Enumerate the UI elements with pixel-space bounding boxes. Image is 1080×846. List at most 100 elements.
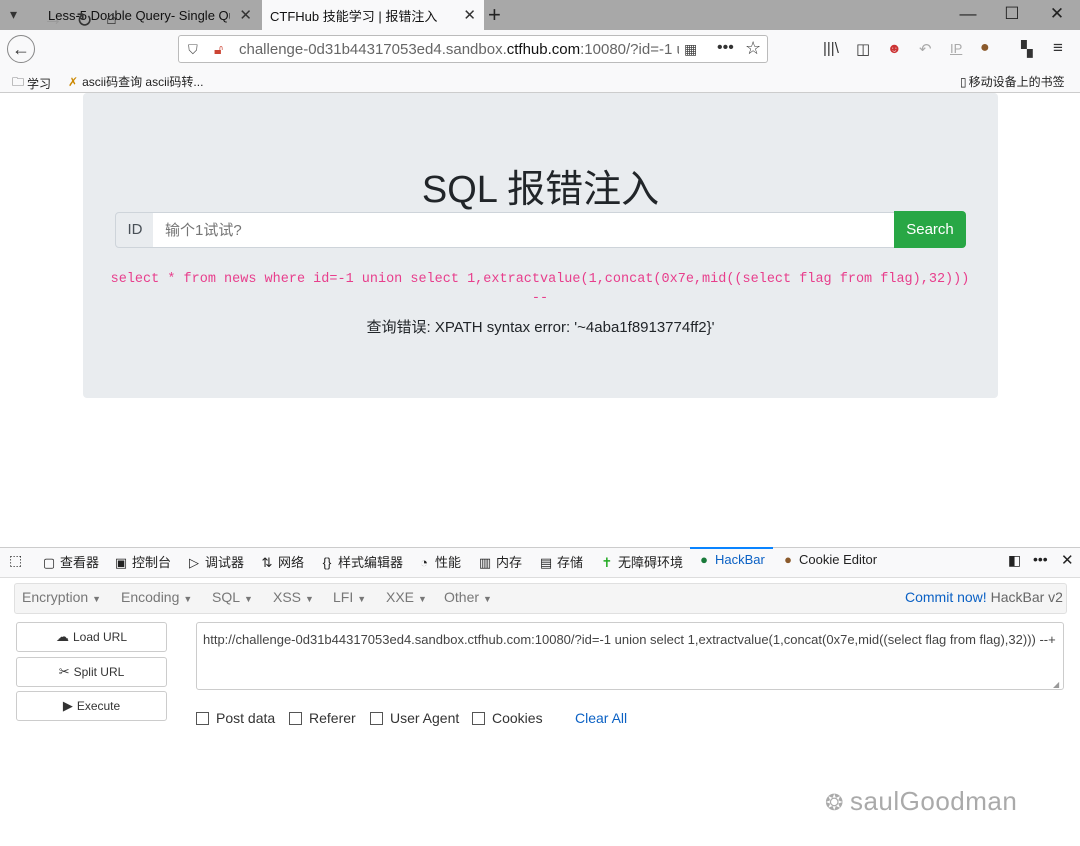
url-text[interactable]: challenge-0d31b44317053ed4.sandbox.ctfhu… (239, 41, 679, 58)
referer-checkbox[interactable]: Referer (289, 710, 356, 726)
checkbox-box[interactable] (289, 711, 302, 725)
tab-label: 控制台 (132, 555, 172, 570)
shield-icon[interactable]: ⛉ (188, 42, 198, 58)
undo-extension-icon[interactable]: ↶ (919, 40, 932, 58)
tab-ctfhub[interactable]: CTFHub 技能学习 | 报错注入 ✕ (262, 0, 484, 30)
clear-all-link[interactable]: Clear All (575, 710, 627, 726)
sidebar-icon[interactable]: ◫ (856, 40, 870, 58)
caret-down-icon: ▼ (183, 594, 193, 604)
devtools-tab-memory[interactable]: ▥ 内存 (478, 552, 522, 571)
split-url-button[interactable]: ✂ Split URL (16, 657, 167, 687)
cookies-checkbox[interactable]: Cookies (472, 710, 543, 726)
id-label: ID (115, 212, 155, 248)
close-icon[interactable]: ✕ (463, 6, 476, 24)
minimize-icon[interactable]: — (958, 4, 978, 24)
devtools-tab-performance[interactable]: ◔ 性能 (417, 552, 461, 571)
resize-handle-icon[interactable]: ◢ (1053, 680, 1059, 689)
tab-label: Cookie Editor (799, 552, 878, 567)
load-url-button[interactable]: ☁ Load URL (16, 622, 167, 652)
menu-label: XSS (273, 589, 302, 605)
caret-down-icon: ▼ (305, 594, 314, 604)
menu-encoding[interactable]: Encoding ▼ (121, 589, 192, 605)
menu-label: Encoding (121, 589, 180, 605)
dock-icon[interactable]: ◧ (1008, 552, 1021, 569)
url-path: :10080/?id=-1 ur (580, 41, 679, 58)
bookmark-ascii[interactable]: ✗ ascii码查询 ascii码转... (68, 73, 203, 90)
insecure-lock-icon[interactable]: 🔓︎ (214, 41, 223, 58)
devtools-tab-network[interactable]: ⇅ 网络 (260, 552, 304, 571)
checkbox-label: Post data (216, 710, 276, 726)
accessibility-icon: ✝ (601, 555, 613, 570)
sql-line: select * from news where id=-1 union sel… (110, 272, 970, 287)
menu-other[interactable]: Other ▼ (444, 589, 492, 605)
devtools-tab-accessibility[interactable]: ✝ 无障碍环境 (600, 552, 683, 571)
watermark-text: saulGoodman (849, 786, 1018, 816)
cookie-extension-icon[interactable]: ● (980, 39, 990, 57)
id-input[interactable] (153, 212, 907, 248)
execute-button[interactable]: ▶ Execute (16, 691, 167, 721)
devtools-tab-inspector[interactable]: ▢ 查看器 (42, 552, 99, 571)
more-actions-icon[interactable]: ••• (717, 39, 734, 57)
cloud-download-icon: ☁ (55, 629, 69, 644)
library-icon[interactable]: |||\ (823, 40, 839, 57)
menu-label: XXE (386, 589, 415, 605)
new-tab-icon[interactable]: + (488, 2, 501, 28)
element-picker-icon[interactable]: ⬚ (9, 552, 22, 569)
devtools-tab-cookie-editor[interactable]: ● Cookie Editor (781, 552, 877, 567)
close-icon[interactable]: ✕ (239, 6, 252, 24)
error-message: 查询错误: XPATH syntax error: '~4aba1f891377… (366, 319, 715, 336)
reload-icon[interactable]: ↻ (76, 8, 93, 33)
home-icon[interactable]: ⌂ (106, 8, 117, 29)
console-icon: ▣ (114, 555, 128, 570)
menu-encryption[interactable]: Encryption ▼ (22, 589, 101, 605)
devtools-close-icon[interactable]: ✕ (1061, 551, 1074, 569)
folder-icon: 🗀︎ (12, 75, 25, 89)
devtools-more-icon[interactable]: ••• (1033, 551, 1048, 567)
commit-now-link[interactable]: Commit now! HackBar v2 (905, 589, 1063, 605)
mobile-bookmarks-label: 移动设备上的书签 (968, 75, 1065, 89)
commit-label: Commit now! (905, 589, 987, 605)
tab-list-icon[interactable]: ▾ (10, 6, 17, 23)
tab-label: HackBar (715, 552, 765, 567)
maximize-icon[interactable]: ☐ (1002, 4, 1022, 24)
menu-sql[interactable]: SQL ▼ (212, 589, 253, 605)
menu-label: LFI (333, 589, 354, 605)
checkbox-label: Cookies (492, 710, 543, 726)
user-agent-checkbox[interactable]: User Agent (370, 710, 459, 726)
caret-down-icon: ▼ (483, 594, 492, 604)
search-button[interactable]: Search (894, 211, 966, 248)
qrcode-icon[interactable]: ▦ (684, 41, 697, 58)
checkbox-box[interactable] (472, 711, 485, 725)
devtools-tab-debugger[interactable]: ▷ 调试器 (187, 552, 244, 571)
devtools-tab-hackbar[interactable]: ● HackBar (697, 552, 765, 567)
forward-icon[interactable]: → (43, 8, 63, 31)
post-data-checkbox[interactable]: Post data (196, 710, 275, 726)
hamburger-menu-icon[interactable]: ≡ (1053, 38, 1063, 58)
mobile-bookmarks[interactable]: ▯ 移动设备上的书签 (960, 73, 1065, 90)
url-host: challenge-0d31b44317053ed4.sandbox. (239, 41, 507, 58)
devtools-tab-console[interactable]: ▣ 控制台 (114, 552, 171, 571)
cookie-icon: ● (784, 552, 792, 567)
checkbox-box[interactable] (370, 711, 383, 725)
bookmark-folder-xuexi[interactable]: 🗀︎ 学习 (12, 73, 51, 94)
checkbox-label: User Agent (390, 710, 460, 726)
checkbox-box[interactable] (196, 711, 209, 725)
hackbar-url-textarea[interactable]: http://challenge-0d31b44317053ed4.sandbo… (196, 622, 1064, 690)
inspector-icon: ▢ (42, 555, 56, 570)
performance-icon: ◔ (420, 555, 428, 570)
avatar-extension-icon[interactable]: ☻ (887, 40, 902, 56)
tab-less5[interactable]: Less-5 Double Query- Single Qu ✕ (40, 0, 260, 30)
bookmark-label: ascii码查询 ascii码转... (82, 75, 204, 89)
ip-extension-icon[interactable]: IP (950, 41, 962, 56)
back-icon[interactable]: ← (7, 35, 35, 63)
devtools-tab-storage[interactable]: ▤ 存储 (539, 552, 583, 571)
menu-xss[interactable]: XSS ▼ (273, 589, 314, 605)
menu-label: SQL (212, 589, 241, 605)
extensions-icon[interactable]: ▚ (1021, 40, 1033, 58)
menu-xxe[interactable]: XXE ▼ (386, 589, 427, 605)
window-close-icon[interactable]: ✕ (1047, 4, 1067, 24)
devtools-tab-style-editor[interactable]: {} 样式编辑器 (320, 552, 403, 571)
bookmark-star-icon[interactable]: ☆ (745, 38, 761, 59)
tab-label: 调试器 (205, 555, 245, 570)
menu-lfi[interactable]: LFI ▼ (333, 589, 366, 605)
